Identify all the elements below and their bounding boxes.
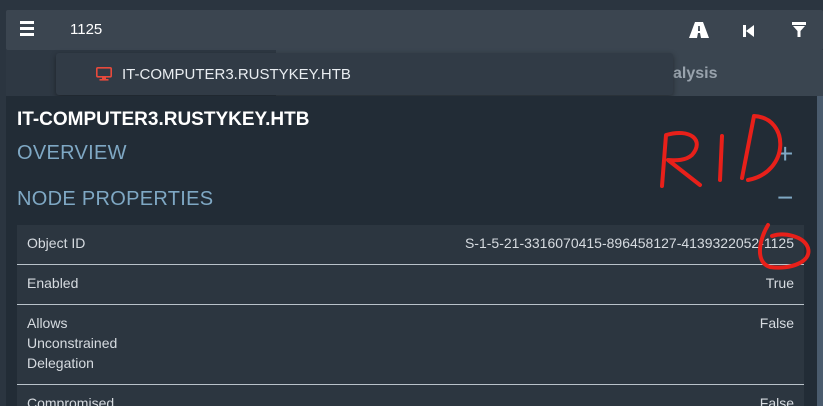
property-label: Object ID [27, 235, 86, 251]
dropdown-result-item[interactable]: IT-COMPUTER3.RUSTYKEY.HTB [122, 66, 351, 83]
property-value: False [759, 395, 794, 406]
property-value: False [759, 315, 794, 331]
property-label: Allows Unconstrained Delegation [27, 315, 118, 371]
property-value: True [765, 275, 794, 291]
computer-icon [96, 67, 112, 81]
filter-icon[interactable] [792, 22, 806, 38]
search-bar: 1125 [6, 10, 823, 50]
table-row: Object ID S-1-5-21-3316070415-896458127-… [17, 225, 804, 265]
property-value: S-1-5-21-3316070415-896458127-4139322052… [464, 235, 794, 251]
section-overview-header[interactable]: OVERVIEW [17, 142, 127, 165]
property-label: Compromised [27, 395, 115, 406]
node-properties-table: Object ID S-1-5-21-3316070415-896458127-… [17, 225, 804, 406]
scrollbar[interactable] [817, 96, 823, 406]
skip-back-icon[interactable] [742, 24, 756, 38]
search-results-dropdown: IT-COMPUTER3.RUSTYKEY.HTB [56, 53, 673, 95]
section-node-properties-header[interactable]: NODE PROPERTIES [17, 188, 213, 211]
table-row: Allows Unconstrained Delegation False [17, 305, 804, 385]
property-label: Enabled [27, 275, 79, 291]
table-row: Enabled True [17, 265, 804, 305]
bloodhound-window: 1125 alysis IT-COMPUTER3.RUSTYKEY.HTB IT… [0, 0, 823, 406]
collapse-icon[interactable]: − [777, 184, 793, 212]
table-row: Compromised False [17, 385, 804, 406]
node-title: IT-COMPUTER3.RUSTYKEY.HTB [17, 109, 310, 130]
tab-analysis[interactable]: alysis [673, 65, 717, 83]
menu-icon[interactable] [20, 21, 34, 37]
road-icon[interactable] [689, 22, 709, 38]
search-input[interactable]: 1125 [70, 21, 102, 38]
expand-icon[interactable]: + [777, 140, 793, 168]
